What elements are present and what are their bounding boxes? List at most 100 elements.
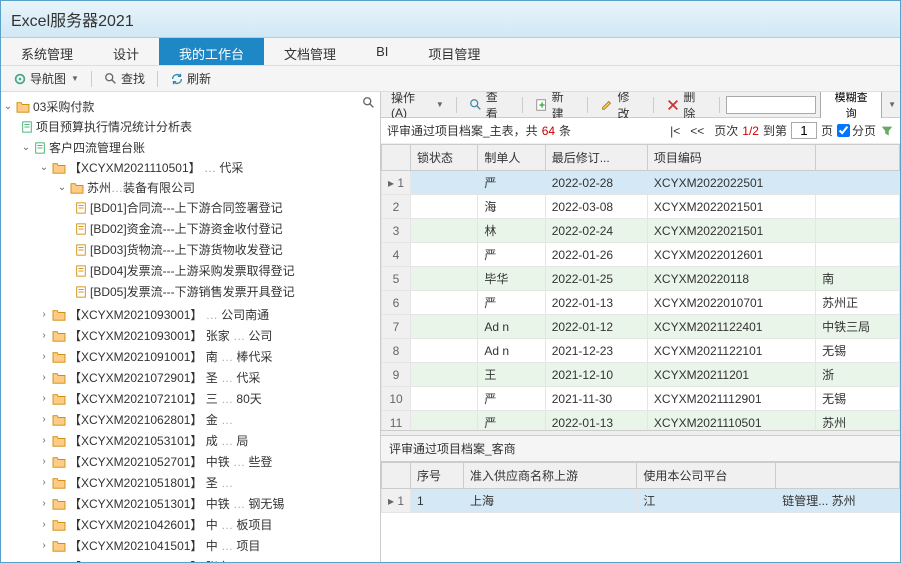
- table-row[interactable]: 5 毕华2022-01-25XCYXM20220118南: [382, 267, 900, 291]
- row-handle[interactable]: 3: [382, 219, 411, 243]
- tree-node-project[interactable]: › 【XCYXM2021072901】 圣 … 代采: [39, 368, 378, 387]
- sub-grid[interactable]: 序号准入供应商名称上游使用本公司平台 ▸ 1 1 上海 江 链管理... 苏州: [381, 462, 900, 562]
- tree-node-root[interactable]: ⌄ 03采购付款: [3, 97, 378, 116]
- row-handle[interactable]: 10: [382, 387, 411, 411]
- tree-search-button[interactable]: [362, 96, 376, 113]
- column-header[interactable]: 准入供应商名称上游: [464, 463, 637, 489]
- menu-project[interactable]: 项目管理: [408, 38, 500, 65]
- expander-icon[interactable]: ›: [39, 372, 49, 383]
- tree-node-project[interactable]: › 【XCYXM2021051801】 圣 …: [39, 473, 378, 492]
- column-header[interactable]: 序号: [411, 463, 464, 489]
- folder-icon: [52, 330, 66, 342]
- table-row[interactable]: 4 严2022-01-26XCYXM2022012601: [382, 243, 900, 267]
- table-row[interactable]: 3 林2022-02-24XCYXM2022021501: [382, 219, 900, 243]
- expander-icon[interactable]: ›: [39, 351, 49, 362]
- fuzzy-search-input[interactable]: [726, 96, 816, 114]
- tree-node-bd[interactable]: [BD05]发票流---下游销售发票开具登记: [75, 282, 378, 301]
- column-header[interactable]: [382, 145, 411, 171]
- tree-panel[interactable]: ⌄ 03采购付款 项目预算执行情况统计分析表 ⌄: [1, 92, 381, 562]
- search-icon: [362, 96, 376, 110]
- filter-icon[interactable]: [880, 124, 894, 138]
- tree-node-project[interactable]: › 【XCYXM2021093001】 … 公司南通: [39, 305, 378, 324]
- tree-node[interactable]: ⌄ 【XCYXM2021110501】 … 代采: [39, 158, 378, 177]
- column-header[interactable]: [382, 463, 411, 489]
- table-row[interactable]: 8 Ad n2021-12-23XCYXM2021122101无锡: [382, 339, 900, 363]
- expander-icon[interactable]: ›: [39, 309, 49, 320]
- column-header[interactable]: 锁状态: [411, 145, 478, 171]
- tree-node-project[interactable]: › 【XCYXM2021091001】 南 … 棒代采: [39, 347, 378, 366]
- row-handle[interactable]: 7: [382, 315, 411, 339]
- tree-node-bd[interactable]: [BD01]合同流---上下游合同签署登记: [75, 198, 378, 217]
- row-handle[interactable]: 5: [382, 267, 411, 291]
- sub-tab[interactable]: 评审通过项目档案_客商: [381, 436, 900, 462]
- expander-icon[interactable]: ⌄: [57, 182, 67, 193]
- tree-node-project[interactable]: › 【XCYXM2021072101】 三 … 80天: [39, 389, 378, 408]
- tree-node-project[interactable]: › 【XCYXM2021041401】 张家 …: [39, 557, 378, 562]
- expander-icon[interactable]: ›: [39, 456, 49, 467]
- column-header[interactable]: 制单人: [478, 145, 545, 171]
- row-handle[interactable]: ▸ 1: [382, 171, 411, 195]
- row-handle[interactable]: 9: [382, 363, 411, 387]
- expander-icon[interactable]: ›: [39, 540, 49, 551]
- page-number-input[interactable]: [791, 122, 817, 139]
- table-row[interactable]: 2 海2022-03-08XCYXM2022021501: [382, 195, 900, 219]
- table-row[interactable]: 9 王2021-12-10XCYXM20211201浙: [382, 363, 900, 387]
- tree-node[interactable]: 项目预算执行情况统计分析表: [21, 117, 378, 136]
- expander-icon[interactable]: ›: [39, 414, 49, 425]
- column-header[interactable]: 项目编码: [647, 145, 815, 171]
- tree-node-project[interactable]: › 【XCYXM2021062801】 金 …: [39, 410, 378, 429]
- tree-node-project[interactable]: › 【XCYXM2021042601】 中 … 板项目: [39, 515, 378, 534]
- tree-node[interactable]: ⌄ 客户四流管理台账: [21, 138, 378, 157]
- tree-node-project[interactable]: › 【XCYXM2021053101】 成 … 局: [39, 431, 378, 450]
- table-row[interactable]: 11 严2022-01-13XCYXM2021110501苏州: [382, 411, 900, 431]
- nav-button[interactable]: 导航图 ▼: [7, 68, 85, 89]
- new-icon: [535, 98, 549, 112]
- tree-node-project[interactable]: › 【XCYXM2021093001】 张家 … 公司: [39, 326, 378, 345]
- main-grid[interactable]: 锁状态制单人最后修订...项目编码 ▸ 1 严2022-02-28XCYXM20…: [381, 144, 900, 430]
- chevron-down-icon: ▼: [436, 100, 444, 109]
- expander-icon[interactable]: ⌄: [3, 101, 13, 112]
- tree-node-project[interactable]: › 【XCYXM2021051301】 中铁 … 钢无锡: [39, 494, 378, 513]
- expander-icon[interactable]: ›: [39, 435, 49, 446]
- tree-node-bd[interactable]: [BD03]货物流---上下游货物收发登记: [75, 240, 378, 259]
- expander-icon[interactable]: ⌄: [39, 162, 49, 173]
- row-handle[interactable]: 11: [382, 411, 411, 431]
- tree-node[interactable]: ⌄ 苏州…装备有限公司: [57, 178, 378, 197]
- table-row[interactable]: 6 严2022-01-13XCYXM2022010701苏州正: [382, 291, 900, 315]
- table-row[interactable]: ▸ 1 严2022-02-28XCYXM2022022501: [382, 171, 900, 195]
- tree-node-project[interactable]: › 【XCYXM2021041501】 中 … 项目: [39, 536, 378, 555]
- folder-icon: [52, 372, 66, 384]
- folder-icon: [52, 351, 66, 363]
- view-icon: [469, 98, 483, 112]
- row-handle[interactable]: 6: [382, 291, 411, 315]
- expander-icon[interactable]: ›: [39, 330, 49, 341]
- column-header[interactable]: [776, 463, 900, 489]
- table-row[interactable]: 7 Ad n2022-01-12XCYXM2021122401中铁三局: [382, 315, 900, 339]
- row-handle[interactable]: 4: [382, 243, 411, 267]
- menu-docs[interactable]: 文档管理: [264, 38, 356, 65]
- row-handle[interactable]: 8: [382, 339, 411, 363]
- column-header[interactable]: 最后修订...: [545, 145, 647, 171]
- menu-workbench[interactable]: 我的工作台: [159, 38, 264, 65]
- row-handle[interactable]: ▸ 1: [382, 489, 411, 513]
- expander-icon[interactable]: ⌄: [21, 142, 31, 153]
- column-header[interactable]: [816, 145, 900, 171]
- tree-node-bd[interactable]: [BD04]发票流---上游采购发票取得登记: [75, 261, 378, 280]
- expander-icon[interactable]: ›: [39, 519, 49, 530]
- expander-icon[interactable]: ›: [39, 477, 49, 488]
- paging-checkbox[interactable]: 分页: [837, 122, 876, 139]
- table-row[interactable]: 10 严2021-11-30XCYXM2021112901无锡: [382, 387, 900, 411]
- tree-node-bd[interactable]: [BD02]资金流---上下游资金收付登记: [75, 219, 378, 238]
- expander-icon[interactable]: ›: [39, 561, 49, 562]
- expander-icon[interactable]: ›: [39, 393, 49, 404]
- row-handle[interactable]: 2: [382, 195, 411, 219]
- menu-bi[interactable]: BI: [356, 38, 408, 65]
- menu-system[interactable]: 系统管理: [1, 38, 93, 65]
- tree-node-project[interactable]: › 【XCYXM2021052701】 中铁 … 些登: [39, 452, 378, 471]
- expander-icon[interactable]: ›: [39, 498, 49, 509]
- search-button[interactable]: 查找: [98, 68, 151, 89]
- delete-icon: [666, 98, 680, 112]
- menu-design[interactable]: 设计: [93, 38, 159, 65]
- column-header[interactable]: 使用本公司平台: [637, 463, 776, 489]
- refresh-button[interactable]: 刷新: [164, 68, 217, 89]
